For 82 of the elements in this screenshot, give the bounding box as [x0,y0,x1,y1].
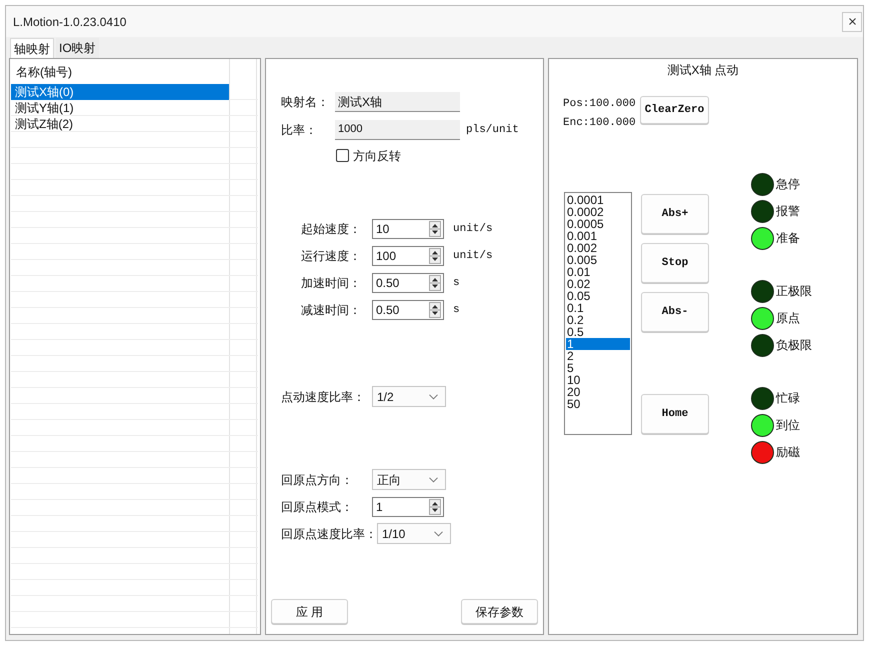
close-button[interactable] [842,12,862,32]
step-item[interactable]: 0.002 [566,242,630,254]
spin-arrows-icon[interactable] [429,498,441,514]
step-list[interactable]: 0.0001 0.0002 0.0005 0.001 0.002 0.005 0.01 0.02 0.05 0.1 0.2 0.5 1 2 5 10 20 50 [564,192,632,435]
step-item[interactable]: 10 [566,374,630,386]
step-item[interactable]: 0.001 [566,230,630,242]
spin-box[interactable]: 0.50 [372,300,444,320]
indicator-label: 到位 [776,417,800,434]
field-label: 加速时间： [301,275,362,292]
indicator-label: 正极限 [776,283,812,300]
spin-box[interactable]: 100 [372,246,444,266]
chevron-down-icon[interactable] [429,394,438,400]
list-item[interactable]: 测试Y轴(1) [11,100,229,116]
checkbox-label: 方向反转 [353,148,401,164]
indicator-label: 忙碌 [776,390,800,407]
step-item[interactable]: 2 [566,350,630,362]
dropdown[interactable]: 1/2 [372,386,446,407]
ratio-field[interactable]: 1000 [335,120,460,140]
step-item[interactable]: 5 [566,362,630,374]
field-label: 映射名： [281,94,330,111]
indicator-label: 励磁 [776,444,800,461]
close-icon [848,18,856,25]
indicator-label: 原点 [776,310,800,327]
step-item[interactable]: 0.005 [566,254,630,266]
field-label: 起始速度： [301,221,362,238]
column-header[interactable]: 名称(轴号) [16,63,72,81]
unit-label: unit/s [453,248,493,264]
spin-arrows-icon[interactable] [429,302,441,318]
dropdown[interactable]: 正向 [372,469,446,490]
push-button[interactable]: ClearZero [640,96,709,124]
indicator-label: 准备 [776,230,800,247]
unit-label: pls/unit [466,122,519,138]
field-label: 回原点模式： [281,498,354,516]
push-button[interactable]: Abs- [641,292,709,332]
position-readout: Pos:100.000 [563,97,637,112]
push-button[interactable]: Abs+ [641,194,709,234]
chevron-down-icon[interactable] [429,476,438,482]
list-item[interactable]: 测试Z轴(2) [11,116,229,132]
checkbox[interactable] [336,149,349,162]
spin-box[interactable]: 1 [372,496,444,516]
tab[interactable]: 轴映射 [10,38,54,58]
tab[interactable]: IO映射 [56,38,99,58]
step-item[interactable]: 20 [566,386,630,398]
list-item[interactable]: 测试X轴(0) [11,84,229,100]
field-label: 比率： [281,122,318,139]
spin-arrows-icon[interactable] [429,221,441,237]
unit-label: s [453,302,460,318]
step-item[interactable]: 0.05 [566,290,630,302]
step-item[interactable]: 0.5 [566,326,630,338]
indicator-label: 报警 [776,203,800,220]
step-item[interactable]: 0.01 [566,266,630,278]
spin-box[interactable]: 0.50 [372,273,444,293]
unit-label: unit/s [453,222,493,237]
dropdown[interactable]: 1/10 [377,523,451,544]
step-item[interactable]: 0.0005 [566,218,630,230]
step-item[interactable]: 0.2 [566,314,630,326]
field-label: 回原点方向： [281,472,354,488]
unit-label: s [453,276,460,291]
panel-title: 测试X轴 点动 [667,63,739,78]
spin-arrows-icon[interactable] [429,248,441,264]
step-item[interactable]: 50 [566,398,630,410]
push-button[interactable]: Stop [641,243,709,283]
spin-arrows-icon[interactable] [429,275,441,291]
indicator-label: 急停 [776,176,800,193]
field-label: 回原点速度比率： [281,526,377,542]
window-title: L.Motion-1.0.23.0410 [13,14,126,30]
spin-box[interactable]: 10 [372,219,444,239]
step-item[interactable]: 1 [566,338,630,350]
chevron-down-icon[interactable] [434,530,443,536]
step-item[interactable]: 0.0001 [566,194,630,206]
push-button[interactable]: Home [641,394,709,434]
encoder-readout: Enc:100.000 [563,116,637,131]
step-item[interactable]: 0.0002 [566,206,630,218]
push-button[interactable]: 保存参数 [461,599,538,624]
indicator-label: 负极限 [776,337,812,354]
field-label: 减速时间： [301,302,362,319]
field-label: 运行速度： [301,248,362,265]
name-field[interactable]: 测试X轴 [335,92,460,112]
push-button[interactable]: 应 用 [271,599,348,624]
field-label: 点动速度比率： [281,388,366,406]
step-item[interactable]: 0.02 [566,278,630,290]
step-item[interactable]: 0.1 [566,302,630,314]
